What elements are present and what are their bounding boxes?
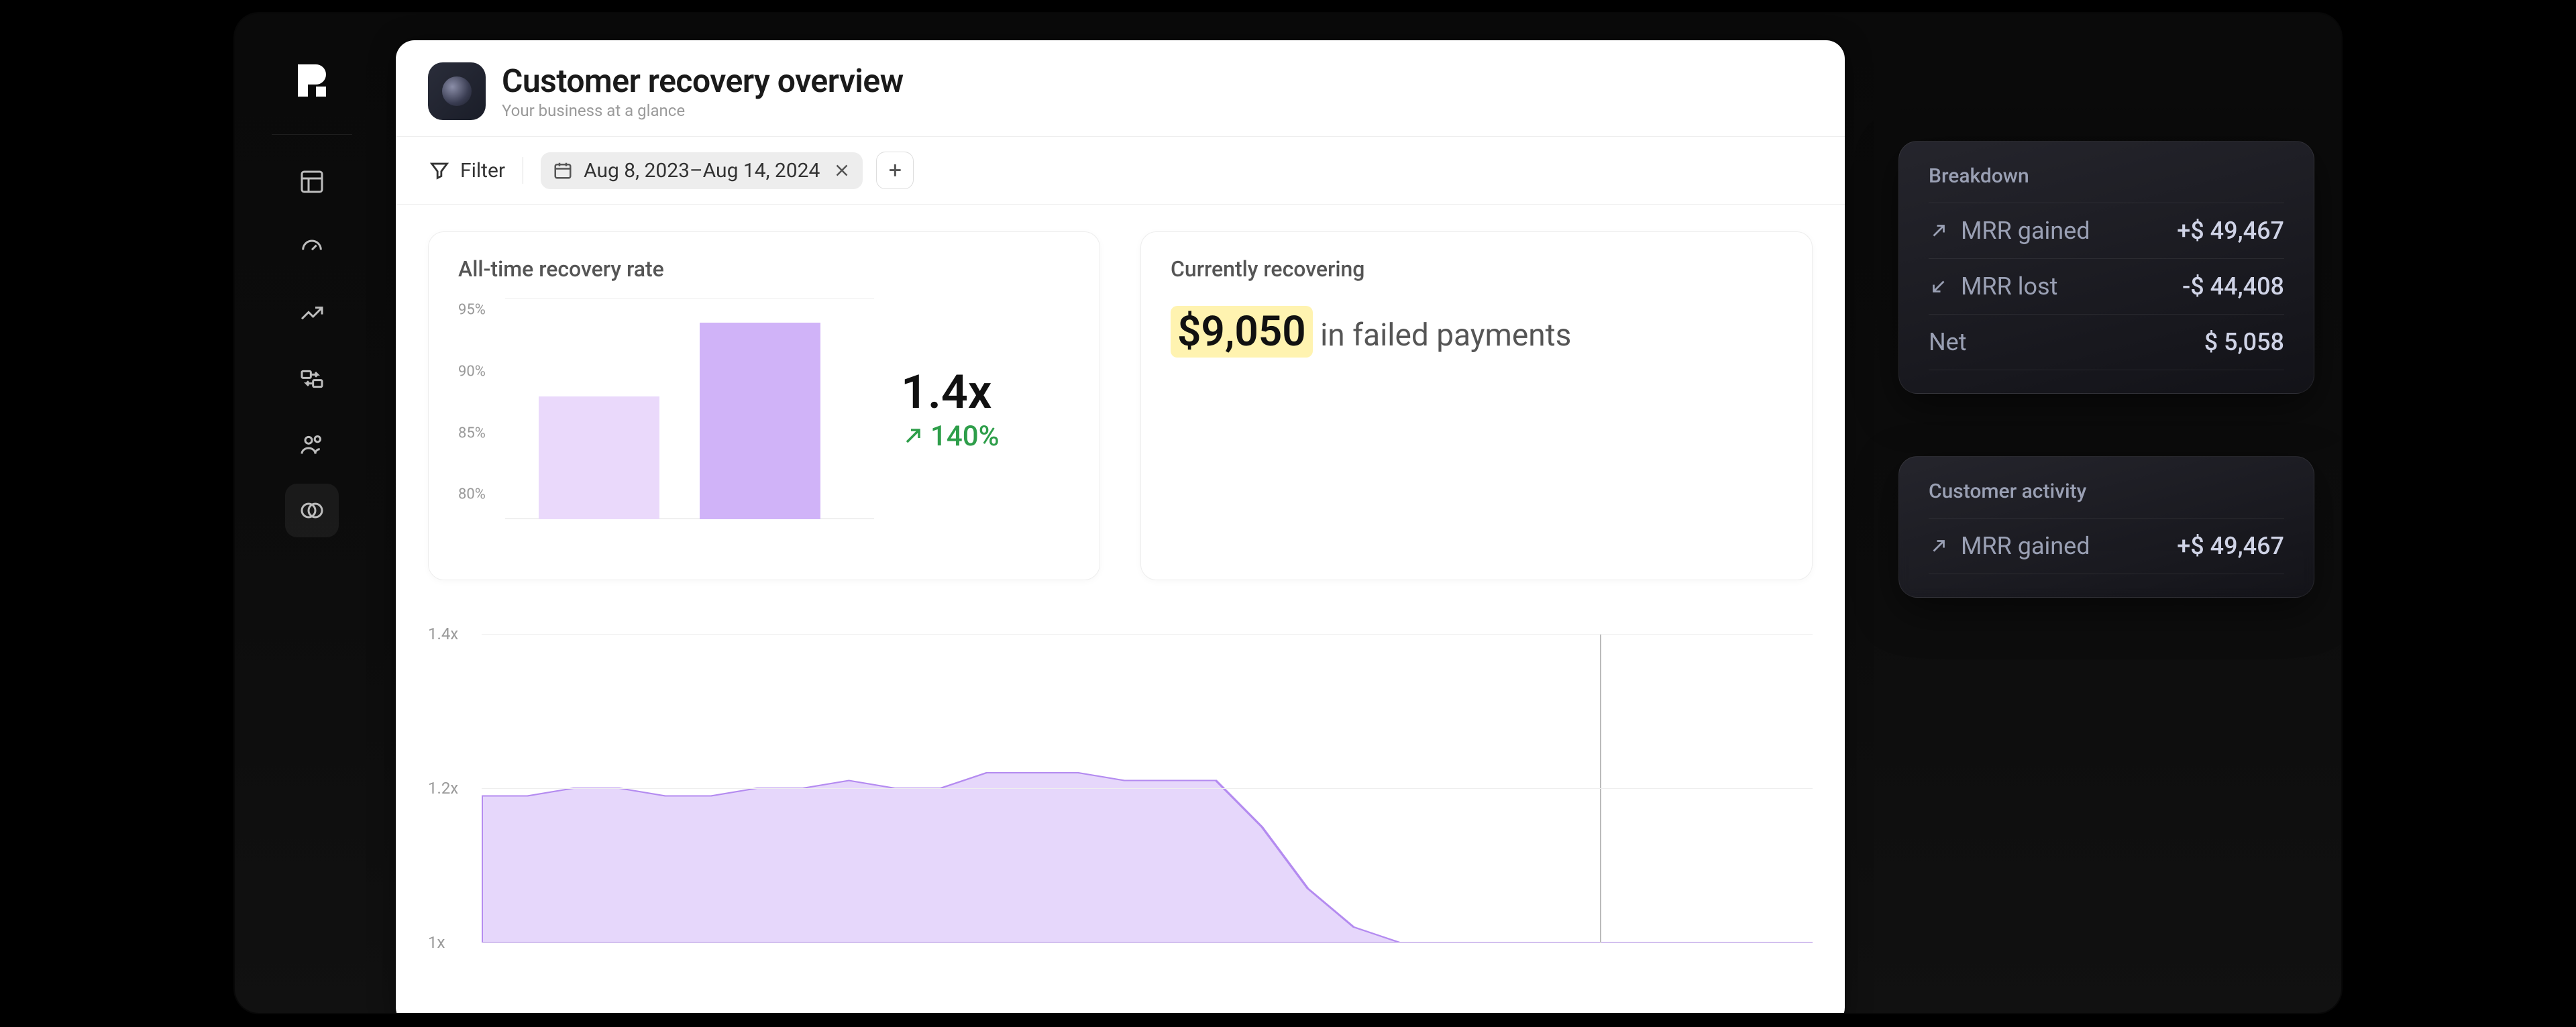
metric-value: +$ 49,467 (2177, 217, 2284, 245)
nav-customers[interactable] (285, 418, 339, 472)
nav-dashboard[interactable] (285, 155, 339, 209)
metric-value: -$ 44,408 (2182, 272, 2284, 301)
panel-header: Customer recovery overview Your business… (396, 40, 1845, 136)
sidebar-divider (272, 134, 352, 135)
date-range-chip[interactable]: Aug 8, 2023–Aug 14, 2024 (541, 152, 863, 189)
overlap-circles-icon (299, 497, 325, 524)
filter-label: Filter (460, 159, 505, 182)
layout-icon (299, 168, 325, 195)
metric-value: $ 5,058 (2204, 328, 2284, 356)
page-icon (428, 62, 486, 120)
filter-bar: Filter Aug 8, 2023–Aug 14, 2024 + (396, 137, 1845, 204)
y-tick: 1x (428, 933, 445, 952)
trend-up-icon (299, 300, 325, 327)
metric-value: +$ 49,467 (2177, 532, 2284, 560)
y-tick: 1.4x (428, 625, 458, 643)
breakdown-title: Breakdown (1929, 164, 2284, 188)
users-icon (299, 431, 325, 458)
y-tick: 90% (458, 364, 486, 380)
activity-card: Customer activity MRR gained +$ 49,467 (1898, 456, 2314, 598)
y-tick: 95% (458, 302, 486, 319)
swap-icon (299, 366, 325, 392)
bar-prev (539, 396, 659, 519)
gauge-icon (299, 234, 325, 261)
calendar-icon (553, 160, 573, 180)
arrow-up-right-icon (1929, 536, 1949, 556)
metric-label: Net (1929, 328, 1967, 356)
recovery-delta: 140% (901, 420, 1000, 453)
card-currently-recovering: Currently recovering $9,050 in failed pa… (1140, 231, 1813, 580)
filter-button[interactable]: Filter (428, 159, 505, 182)
add-filter-button[interactable]: + (876, 152, 914, 189)
metric-label: MRR lost (1961, 272, 2057, 301)
main-panel: Customer recovery overview Your business… (396, 40, 1845, 1013)
recovery-trend-chart: 1.4x1.2x1x (428, 634, 1813, 942)
plus-icon: + (889, 157, 902, 184)
y-tick: 80% (458, 486, 486, 503)
close-icon (832, 160, 852, 180)
arrow-up-right-icon (1929, 221, 1949, 241)
metric-label: MRR gained (1961, 532, 2090, 560)
sidebar (235, 13, 389, 1013)
metric-row: MRR gained +$ 49,467 (1929, 518, 2284, 574)
page-subtitle: Your business at a glance (502, 101, 904, 120)
breakdown-card: Breakdown MRR gained +$ 49,467 MRR lost -$ … (1898, 141, 2314, 394)
metric-row: MRR gained +$ 49,467 (1929, 203, 2284, 258)
recovery-rate-chart: 95% 90% 85% 80% (458, 298, 874, 519)
arrow-up-right-icon (901, 424, 925, 448)
nav-recovery[interactable] (285, 484, 339, 537)
y-tick: 85% (458, 425, 486, 441)
bar-current (700, 323, 820, 519)
recovering-line: $9,050 in failed payments (1171, 294, 1782, 358)
card-recovery-rate: All-time recovery rate 95% 90% 85% 80% (428, 231, 1100, 580)
app-logo (285, 54, 339, 107)
recovering-suffix: in failed payments (1320, 317, 1571, 354)
app-frame: Customer recovery overview Your business… (235, 13, 2341, 1013)
metric-row: Net $ 5,058 (1929, 314, 2284, 370)
date-range-clear[interactable] (830, 159, 853, 182)
activity-title: Customer activity (1929, 480, 2284, 503)
card-title: All-time recovery rate (458, 256, 1070, 282)
recovery-multiplier: 1.4x (901, 365, 1000, 420)
card-title: Currently recovering (1171, 256, 1782, 282)
nav-performance[interactable] (285, 221, 339, 274)
page-title: Customer recovery overview (502, 62, 904, 100)
funnel-icon (428, 159, 451, 182)
y-tick: 1.2x (428, 779, 458, 798)
date-range-text: Aug 8, 2023–Aug 14, 2024 (584, 159, 820, 182)
recovering-amount: $9,050 (1171, 306, 1313, 358)
metric-label: MRR gained (1961, 217, 2090, 245)
metric-row: MRR lost -$ 44,408 (1929, 258, 2284, 314)
nav-transfers[interactable] (285, 352, 339, 406)
nav-trends[interactable] (285, 286, 339, 340)
arrow-down-left-icon (1929, 276, 1949, 296)
